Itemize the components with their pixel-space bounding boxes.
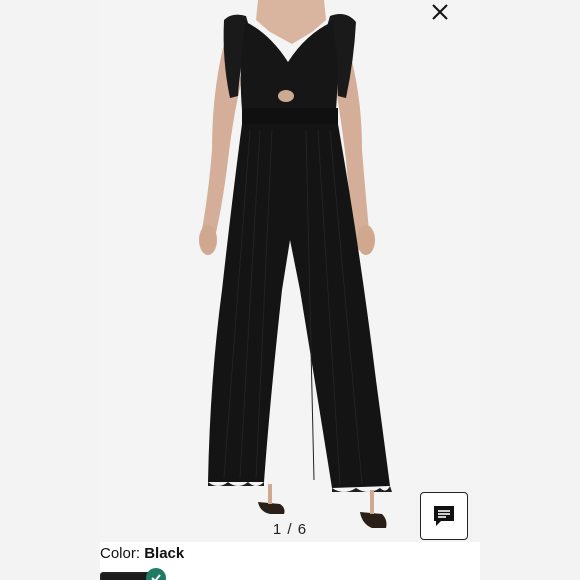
- left-margin: [0, 0, 100, 580]
- color-label: Color:: [100, 545, 145, 562]
- close-icon: [432, 4, 448, 20]
- image-counter: 1 / 6: [272, 521, 308, 538]
- chat-icon: [434, 506, 454, 526]
- color-value: Black: [144, 545, 185, 562]
- image-viewer: 1 / 6 Color: Black: [100, 0, 480, 580]
- product-image[interactable]: [100, 0, 480, 542]
- color-selection: Color: Black: [100, 545, 184, 562]
- chat-button[interactable]: [420, 492, 468, 540]
- right-margin: [480, 0, 580, 580]
- jumpsuit-photo: [199, 0, 392, 528]
- check-icon: [146, 568, 166, 580]
- close-button[interactable]: [425, 0, 455, 24]
